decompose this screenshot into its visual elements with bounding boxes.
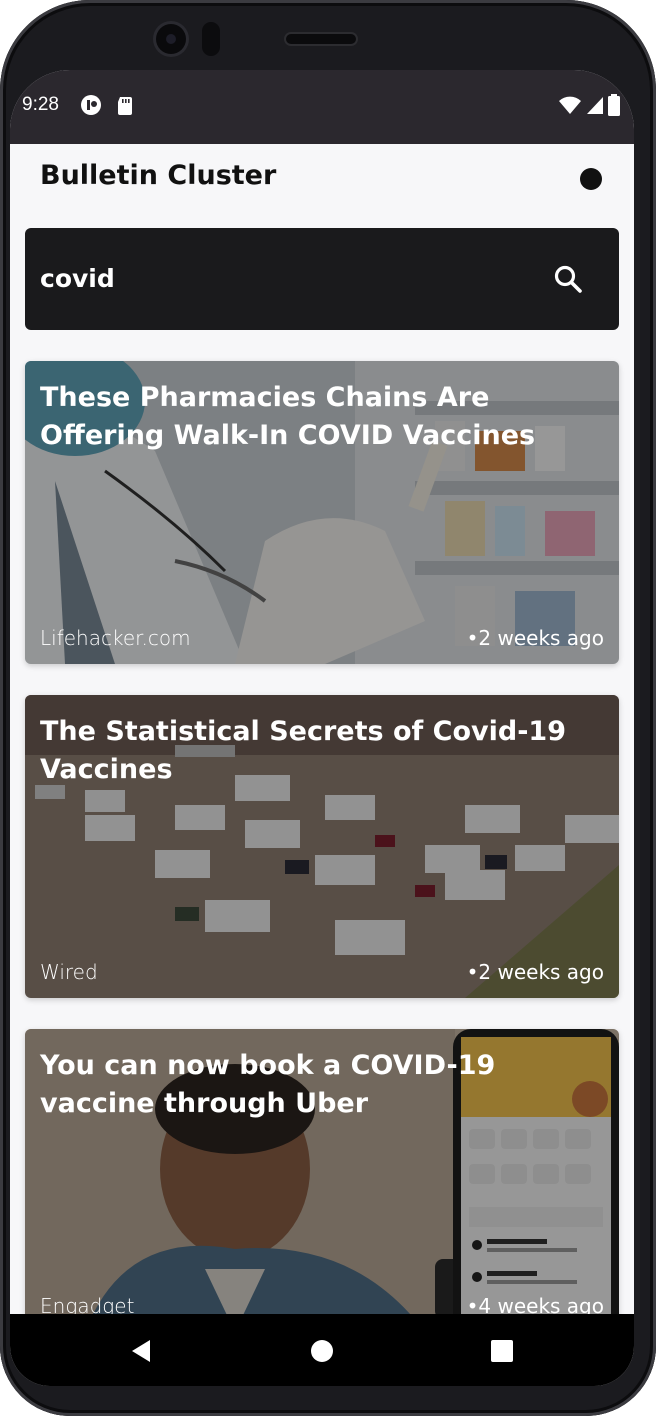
article-source: Wired (40, 960, 98, 984)
article-title: The Statistical Secrets of Covid-19 Vacc… (40, 716, 566, 785)
system-nav-bar (10, 1314, 634, 1386)
article-age: •2 weeks ago (466, 626, 604, 650)
search-icon[interactable] (553, 264, 583, 294)
battery-icon (608, 94, 620, 116)
status-time: 9:28 (22, 94, 59, 115)
status-bar: 9:28 (10, 70, 634, 144)
recents-icon[interactable] (487, 1336, 517, 1366)
search-bar[interactable]: covid (25, 228, 619, 330)
phone-frame: 9:28 Bulletin Cluster covid These Pharma… (0, 0, 656, 1416)
article-card[interactable]: You can now book a COVID-19 vaccine thro… (25, 1029, 619, 1332)
earpiece-speaker (286, 34, 356, 44)
notification-app-icon (81, 95, 101, 115)
sd-card-icon (118, 97, 132, 115)
cell-signal-icon (587, 97, 603, 114)
article-title: These Pharmacies Chains Are Offering Wal… (40, 382, 536, 451)
camera-icon (156, 24, 186, 54)
profile-dot-button[interactable] (580, 168, 602, 190)
article-title: You can now book a COVID-19 vaccine thro… (40, 1050, 496, 1119)
article-card[interactable]: The Statistical Secrets of Covid-19 Vacc… (25, 695, 619, 998)
article-source: Lifehacker.com (40, 626, 191, 650)
wifi-icon (559, 96, 581, 114)
article-card[interactable]: These Pharmacies Chains Are Offering Wal… (25, 361, 619, 664)
article-age: •2 weeks ago (466, 960, 604, 984)
sensor-icon (202, 22, 220, 56)
phone-top-bezel (0, 0, 656, 70)
search-input[interactable]: covid (40, 264, 115, 293)
screen: 9:28 Bulletin Cluster covid These Pharma… (10, 70, 634, 1386)
back-icon[interactable] (126, 1336, 156, 1366)
home-icon[interactable] (307, 1336, 337, 1366)
status-indicators (558, 94, 620, 116)
app-title: Bulletin Cluster (40, 160, 277, 191)
